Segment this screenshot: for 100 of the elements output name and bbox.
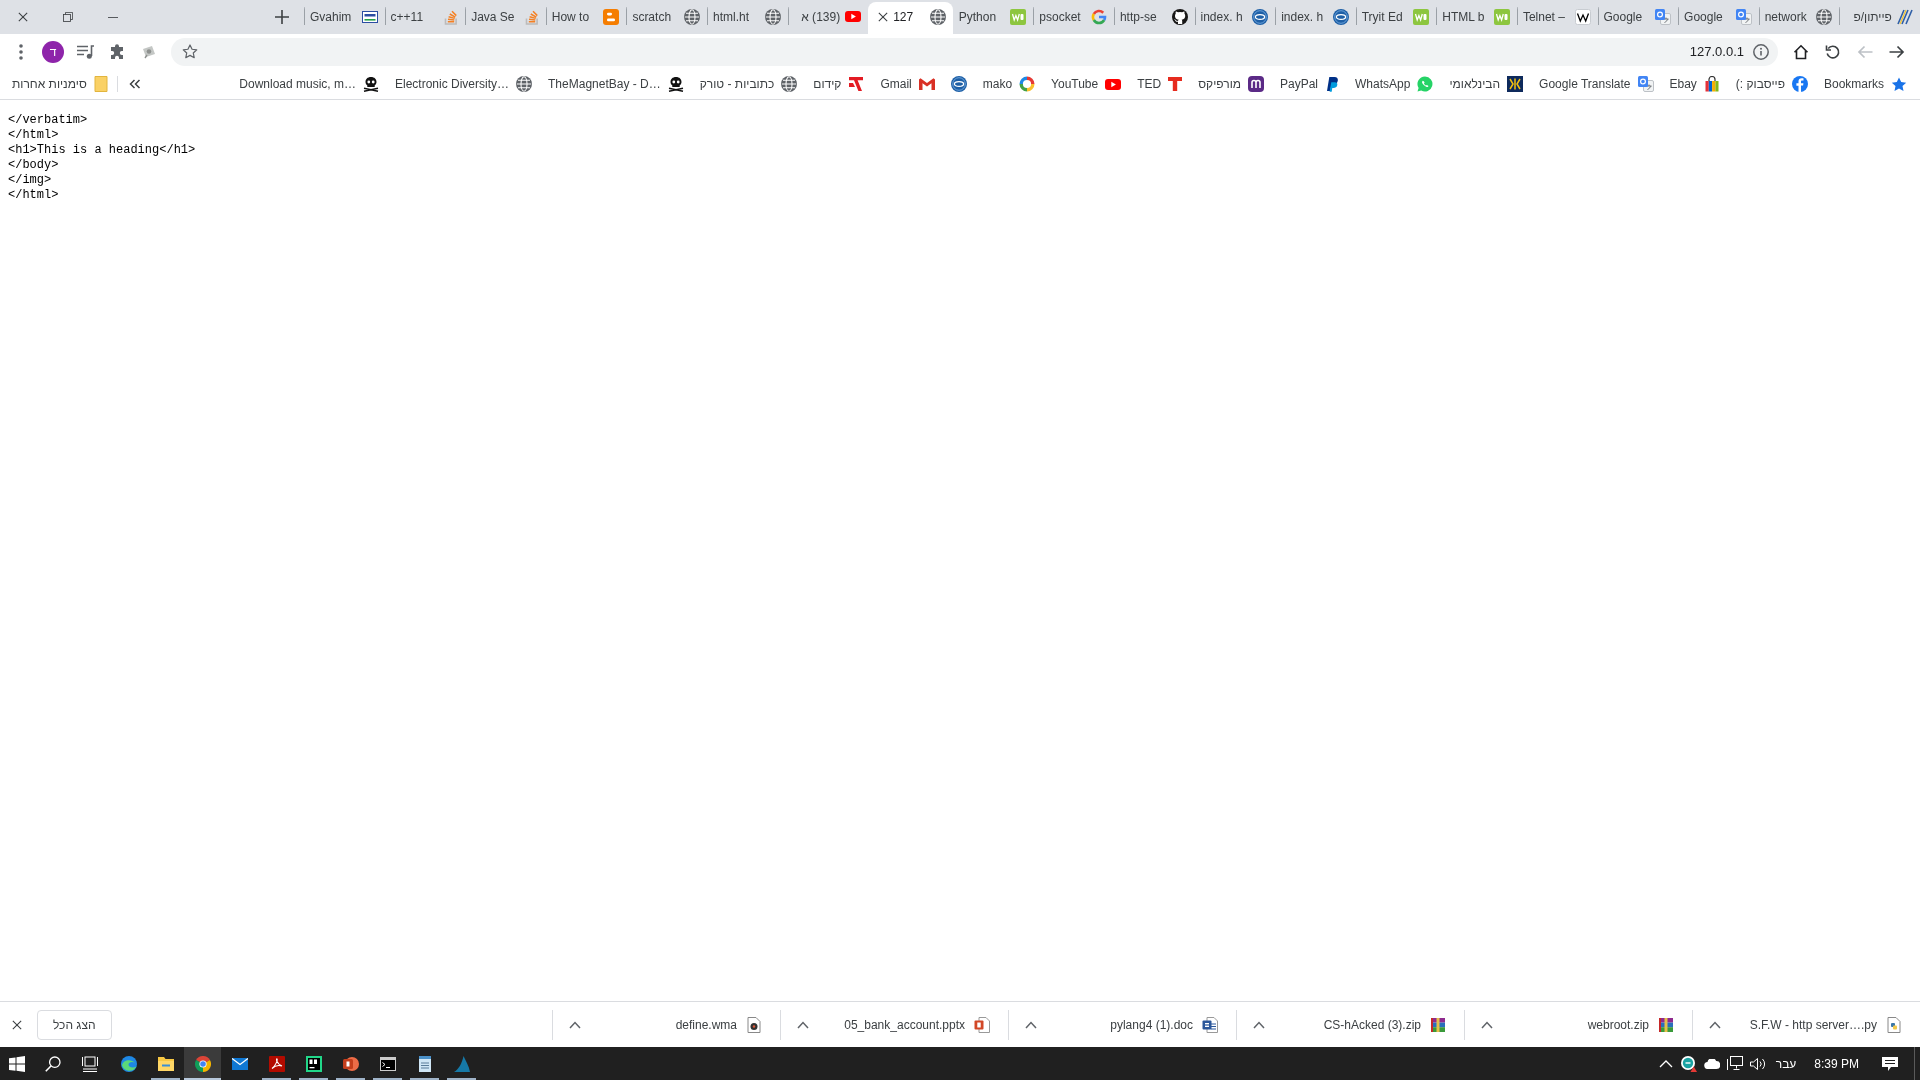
bookmark[interactable]: Google Translate <box>1535 72 1658 96</box>
pdf-icon[interactable] <box>268 1055 285 1072</box>
script-file-icon <box>1886 1016 1902 1033</box>
show-all-button[interactable]: הצג הכל <box>37 1009 112 1040</box>
logo-icon <box>1010 8 1027 25</box>
bookmark[interactable]: קידום <box>809 72 869 96</box>
address-field[interactable]: 127.0.0.1 <box>171 37 1778 66</box>
extension-icon[interactable] <box>141 43 157 60</box>
info-icon[interactable] <box>1753 43 1769 60</box>
mail-icon <box>918 78 935 90</box>
bookmark[interactable]: PayPal <box>1276 72 1344 96</box>
logo-icon <box>1090 8 1107 25</box>
close-icon[interactable] <box>878 11 889 22</box>
download-item[interactable]: S.F.W - http server….py <box>1729 1008 1902 1041</box>
logo-icon <box>1574 8 1591 25</box>
caret-up-icon[interactable] <box>1253 1020 1265 1029</box>
download-item[interactable]: webroot.zip <box>1501 1008 1674 1041</box>
play-icon <box>1105 78 1122 90</box>
arrow-right-icon[interactable] <box>1889 44 1905 59</box>
logo-icon <box>1791 76 1808 92</box>
chat-icon <box>1417 76 1434 92</box>
playlist-icon[interactable] <box>76 44 94 59</box>
bookmark[interactable]: פייסבוק :) <box>1731 72 1812 96</box>
logo-icon <box>1168 76 1183 92</box>
skull-icon <box>363 76 379 92</box>
shopping-bag-icon <box>1703 76 1720 92</box>
caret-up-icon[interactable] <box>797 1020 809 1029</box>
logo-icon <box>1507 76 1524 92</box>
task-view-icon[interactable] <box>82 1055 98 1072</box>
slides-icon[interactable] <box>342 1055 359 1072</box>
logo-icon <box>603 8 620 25</box>
bookmark[interactable]: Electronic Diversity… <box>391 72 537 96</box>
close-icon[interactable] <box>12 1019 22 1030</box>
globe-icon <box>764 8 781 25</box>
taskbar-button[interactable] <box>184 1047 221 1080</box>
logo-icon <box>1252 8 1269 25</box>
chevron-up-icon[interactable] <box>1659 1059 1674 1068</box>
browser-icon[interactable] <box>194 1055 211 1072</box>
caret-up-icon[interactable] <box>1025 1020 1037 1029</box>
bookmark[interactable]: YouTube <box>1047 72 1126 96</box>
logo-icon <box>361 10 378 23</box>
restore-icon[interactable] <box>62 12 73 22</box>
close-icon[interactable] <box>17 12 28 22</box>
ring-icon <box>1019 76 1036 92</box>
reload-icon[interactable] <box>1825 43 1841 60</box>
clock[interactable]: 8:39 PM <box>1806 1047 1867 1080</box>
bookmark[interactable]: מורפיקס <box>1194 72 1268 96</box>
bookmark[interactable]: Ebay <box>1665 72 1724 96</box>
download-item[interactable]: pylang4 (1).doc <box>1045 1008 1218 1041</box>
bookmark[interactable]: כתוביות - טורק <box>695 72 802 96</box>
volume-icon[interactable] <box>1750 1056 1767 1071</box>
download-item[interactable]: CS-hAcked (3).zip <box>1273 1008 1446 1041</box>
caret-up-icon[interactable] <box>1709 1020 1721 1029</box>
windows-icon[interactable] <box>9 1055 25 1072</box>
caret-up-icon[interactable] <box>1481 1020 1493 1029</box>
language-indicator[interactable]: עבר <box>1769 1047 1803 1080</box>
terminal-icon[interactable] <box>379 1056 396 1071</box>
menu-icon[interactable] <box>19 43 23 60</box>
slides-file-icon <box>974 1016 990 1033</box>
bookmark[interactable]: TED <box>1133 72 1187 96</box>
network-icon[interactable] <box>1727 1056 1744 1071</box>
cloud-icon[interactable] <box>1704 1058 1721 1069</box>
tab[interactable]: 127 <box>868 2 953 34</box>
notification-icon[interactable] <box>1882 1056 1898 1071</box>
folder-icon[interactable] <box>157 1056 174 1071</box>
text-line: </body> <box>8 158 59 173</box>
profile-button[interactable]: ד <box>42 40 64 63</box>
search-icon[interactable] <box>45 1055 61 1072</box>
home-icon[interactable] <box>1793 43 1809 60</box>
bookmark[interactable]: TheMagnetBay - D… <box>544 72 688 96</box>
bookmark[interactable]: הבינלאומי <box>1445 72 1528 96</box>
plus-icon[interactable] <box>275 10 289 24</box>
text-line: </verbatim> <box>8 113 88 128</box>
document-file-icon <box>1202 1016 1218 1033</box>
bookmark[interactable]: Gmail <box>876 72 939 96</box>
caret-up-icon[interactable] <box>569 1020 581 1029</box>
bookmark[interactable]: Bookmarks <box>1819 72 1911 96</box>
security-alert-icon[interactable] <box>1681 1055 1698 1072</box>
star-icon[interactable] <box>182 44 198 59</box>
minimize-icon[interactable] <box>107 16 118 18</box>
double-chevron-icon[interactable] <box>128 79 141 89</box>
tab[interactable]: Python <box>952 2 1034 34</box>
archive-icon <box>1430 1016 1446 1033</box>
bookmark[interactable]: Download music, m… <box>235 72 383 96</box>
download-item[interactable]: 05_bank_account.pptx <box>817 1008 990 1041</box>
puzzle-icon[interactable] <box>109 43 125 60</box>
fin-icon[interactable] <box>453 1055 470 1072</box>
play-icon <box>845 11 862 22</box>
ide-icon[interactable] <box>305 1055 322 1072</box>
bookmark[interactable]: WhatsApp <box>1351 72 1438 96</box>
logo-icon <box>1896 8 1913 25</box>
mail-icon[interactable] <box>231 1057 248 1070</box>
text-line: <h1>This is a heading</h1> <box>8 143 196 158</box>
notepad-icon[interactable] <box>417 1055 432 1072</box>
bookmark-folder[interactable]: סימניות אחרות <box>8 72 112 96</box>
logo-icon <box>1332 8 1349 25</box>
browser-icon[interactable] <box>120 1055 137 1072</box>
download-item[interactable]: define.wma <box>589 1008 762 1041</box>
logo-icon <box>1413 8 1430 25</box>
bookmark[interactable]: mako <box>978 72 1040 96</box>
